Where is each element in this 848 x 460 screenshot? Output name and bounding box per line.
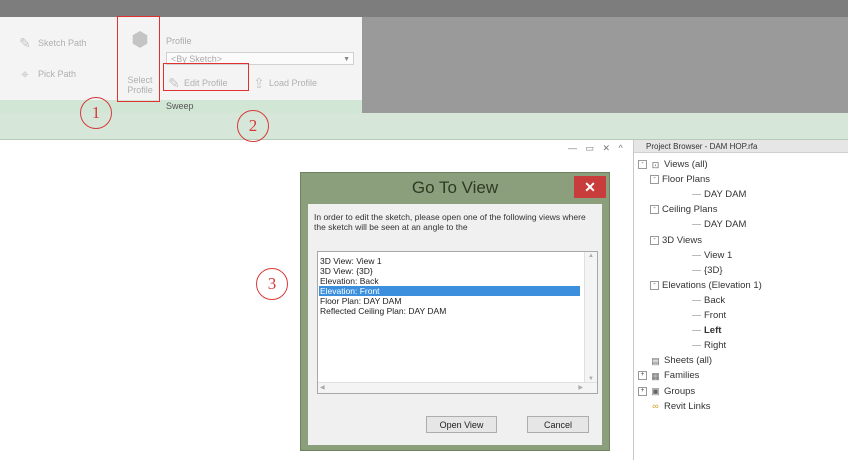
- tree-item-label: DAY DAM: [704, 189, 747, 201]
- load-profile-icon: ⇪: [253, 75, 265, 91]
- collapse-icon[interactable]: -: [638, 160, 647, 169]
- dialog-message: In order to edit the sketch, please open…: [314, 212, 586, 232]
- highlight-select-profile: [117, 16, 160, 102]
- sweep-panel-title-bar: Sweep: [0, 100, 362, 114]
- expand-icon[interactable]: +: [638, 386, 647, 396]
- scroll-right-icon[interactable]: ▶: [578, 384, 583, 391]
- tree-item[interactable]: ∞ Revit Links: [638, 401, 710, 412]
- vertical-scrollbar[interactable]: ▲ ▼: [584, 252, 597, 383]
- load-profile-button[interactable]: ⇪ Load Profile: [253, 75, 317, 91]
- sheets-icon: ▤: [651, 355, 660, 366]
- open-view-button[interactable]: Open View: [426, 416, 497, 433]
- tree-item-label: Floor Plans: [662, 174, 711, 186]
- tree-item-label: Revit Links: [664, 400, 711, 412]
- tree-item[interactable]: DAY DAM: [692, 189, 746, 200]
- tree-item-label: Right: [704, 340, 727, 352]
- close-icon: ✕: [584, 179, 596, 195]
- dialog-body: In order to edit the sketch, please open…: [308, 204, 602, 445]
- callout-3: 3: [256, 268, 288, 300]
- pick-path-label: Pick Path: [38, 69, 77, 79]
- view-list-item[interactable]: 3D View: View 1: [319, 256, 580, 266]
- view-list-item[interactable]: Elevation: Front: [319, 286, 580, 296]
- view-list-item[interactable]: Reflected Ceiling Plan: DAY DAM: [319, 306, 580, 316]
- view-list-item[interactable]: Floor Plan: DAY DAM: [319, 296, 580, 306]
- tree-item[interactable]: + ▦ Families: [638, 370, 699, 381]
- collapse-icon[interactable]: -: [650, 175, 659, 185]
- tree-item[interactable]: - Floor Plans: [650, 174, 710, 185]
- tree-item-label: Families: [664, 370, 700, 382]
- profile-label: Profile: [166, 36, 192, 46]
- tree-item[interactable]: - Ceiling Plans: [650, 204, 717, 215]
- chevron-down-icon: ▼: [343, 56, 350, 63]
- tree-item-label: Elevations (Elevation 1): [662, 279, 762, 291]
- tree-item-label: {3D}: [704, 264, 723, 276]
- tree-item-label: DAY DAM: [704, 219, 747, 231]
- tree-connector: [692, 330, 701, 332]
- load-profile-label: Load Profile: [269, 78, 318, 88]
- tree-item[interactable]: ▤ Sheets (all): [638, 355, 712, 366]
- go-to-view-dialog: Go To View ✕ In order to edit the sketch…: [300, 172, 610, 451]
- tree-connector: [692, 194, 701, 196]
- sketch-path-label: Sketch Path: [38, 38, 87, 48]
- tree-item[interactable]: DAY DAM: [692, 219, 746, 230]
- sweep-panel-label: Sweep: [166, 101, 194, 111]
- tree-item[interactable]: + ▣ Groups: [638, 386, 695, 397]
- scroll-up-icon[interactable]: ▲: [588, 253, 594, 259]
- tree-connector: [692, 345, 701, 347]
- ribbon-status-strip: [0, 113, 848, 140]
- tree-item[interactable]: {3D}: [692, 265, 723, 276]
- families-icon: ▦: [651, 370, 660, 381]
- tree-connector: [692, 254, 701, 256]
- tree-item[interactable]: - ⊡ Views (all): [638, 159, 708, 170]
- tree-item-label: 3D Views: [662, 234, 702, 246]
- pick-path-button[interactable]: ⌖ Pick Path: [16, 66, 76, 82]
- tree-item[interactable]: -3D Views: [650, 235, 702, 246]
- tree-item[interactable]: Front: [692, 310, 726, 321]
- tree-item[interactable]: - Elevations (Elevation 1): [650, 280, 762, 291]
- tree-item[interactable]: Left: [692, 325, 721, 336]
- tree-item-label: Back: [704, 294, 726, 306]
- collapse-icon[interactable]: -: [650, 205, 659, 215]
- tree-item-label: Left: [704, 325, 722, 337]
- horizontal-scrollbar[interactable]: ◀ ▶: [318, 382, 597, 393]
- collapse-icon[interactable]: -: [650, 280, 659, 290]
- tree-connector: [692, 269, 701, 271]
- window-controls[interactable]: — ▭ ✕ ^: [568, 143, 626, 154]
- tree-item[interactable]: Back: [692, 295, 725, 306]
- dialog-title: Go To View: [411, 178, 499, 197]
- project-browser: Project Browser - DAM HOP.rfa - ⊡ Views (a…: [633, 140, 848, 460]
- revit-links-icon: ∞: [652, 401, 659, 412]
- sketch-path-button[interactable]: ✎ Sketch Path: [16, 35, 87, 51]
- highlight-edit-profile: [163, 63, 249, 91]
- view-list-item[interactable]: Elevation: Back: [319, 276, 580, 286]
- title-bar: [0, 0, 848, 17]
- collapse-icon[interactable]: -: [650, 235, 659, 245]
- view-list-item[interactable]: 3D View: {3D}: [319, 266, 580, 276]
- tree-connector: [692, 315, 701, 316]
- ribbon-empty-area: [362, 17, 848, 113]
- tree-item-label: Groups: [664, 385, 696, 397]
- view-list[interactable]: ▲ ▼ ◀ ▶ 3D View: View 1 3D View: {3D} Elev…: [317, 251, 598, 394]
- tree-connector: [692, 224, 701, 226]
- tree-item[interactable]: Right: [692, 340, 726, 351]
- views-icon: ⊡: [651, 159, 660, 170]
- tree-item-label: Views (all): [664, 159, 708, 170]
- sketch-path-icon: ✎: [19, 35, 31, 51]
- project-browser-title: Project Browser - DAM HOP.rfa: [634, 140, 848, 153]
- scroll-left-icon[interactable]: ◀: [320, 384, 325, 391]
- groups-icon: ▣: [651, 386, 660, 396]
- tree-item-label: Sheets (all): [664, 355, 713, 367]
- tree-connector: [692, 299, 701, 301]
- callout-2: 2: [237, 110, 269, 142]
- expand-icon[interactable]: +: [638, 371, 647, 381]
- tree-item-label: View 1: [704, 249, 733, 261]
- cancel-button[interactable]: Cancel: [527, 416, 589, 433]
- pick-path-icon: ⌖: [21, 66, 29, 82]
- tree-item-label: Ceiling Plans: [662, 204, 718, 216]
- close-button[interactable]: ✕: [574, 176, 606, 198]
- callout-1: 1: [80, 97, 112, 129]
- tree-item-label: Front: [704, 310, 727, 321]
- tree-item[interactable]: View 1: [692, 250, 732, 261]
